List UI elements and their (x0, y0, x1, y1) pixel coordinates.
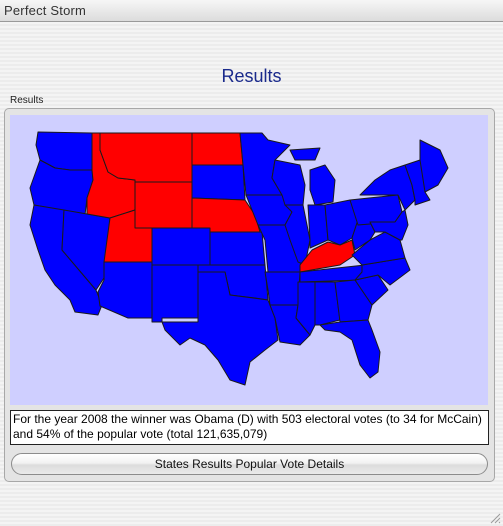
state-pennsylvania (349, 194, 403, 226)
page-heading: Results (221, 66, 282, 86)
state-arkansas (264, 271, 301, 306)
resize-grip-icon[interactable] (489, 512, 501, 524)
us-map-svg (10, 115, 488, 405)
window-titlebar[interactable]: Perfect Storm (0, 0, 503, 22)
state-south-dakota (191, 164, 246, 201)
window-title: Perfect Storm (4, 3, 87, 18)
state-colorado (151, 227, 211, 266)
state-montana (99, 132, 193, 183)
state-north-dakota (191, 132, 244, 166)
state-wyoming (134, 181, 193, 229)
state-kansas (209, 231, 266, 266)
state-indiana (307, 204, 329, 249)
election-map (10, 115, 488, 405)
results-panel-label: Results (10, 95, 44, 106)
states-results-details-button[interactable]: States Results Popular Vote Details (11, 453, 488, 475)
state-new-mexico (151, 264, 199, 323)
result-summary-text: For the year 2008 the winner was Obama (… (10, 410, 489, 445)
